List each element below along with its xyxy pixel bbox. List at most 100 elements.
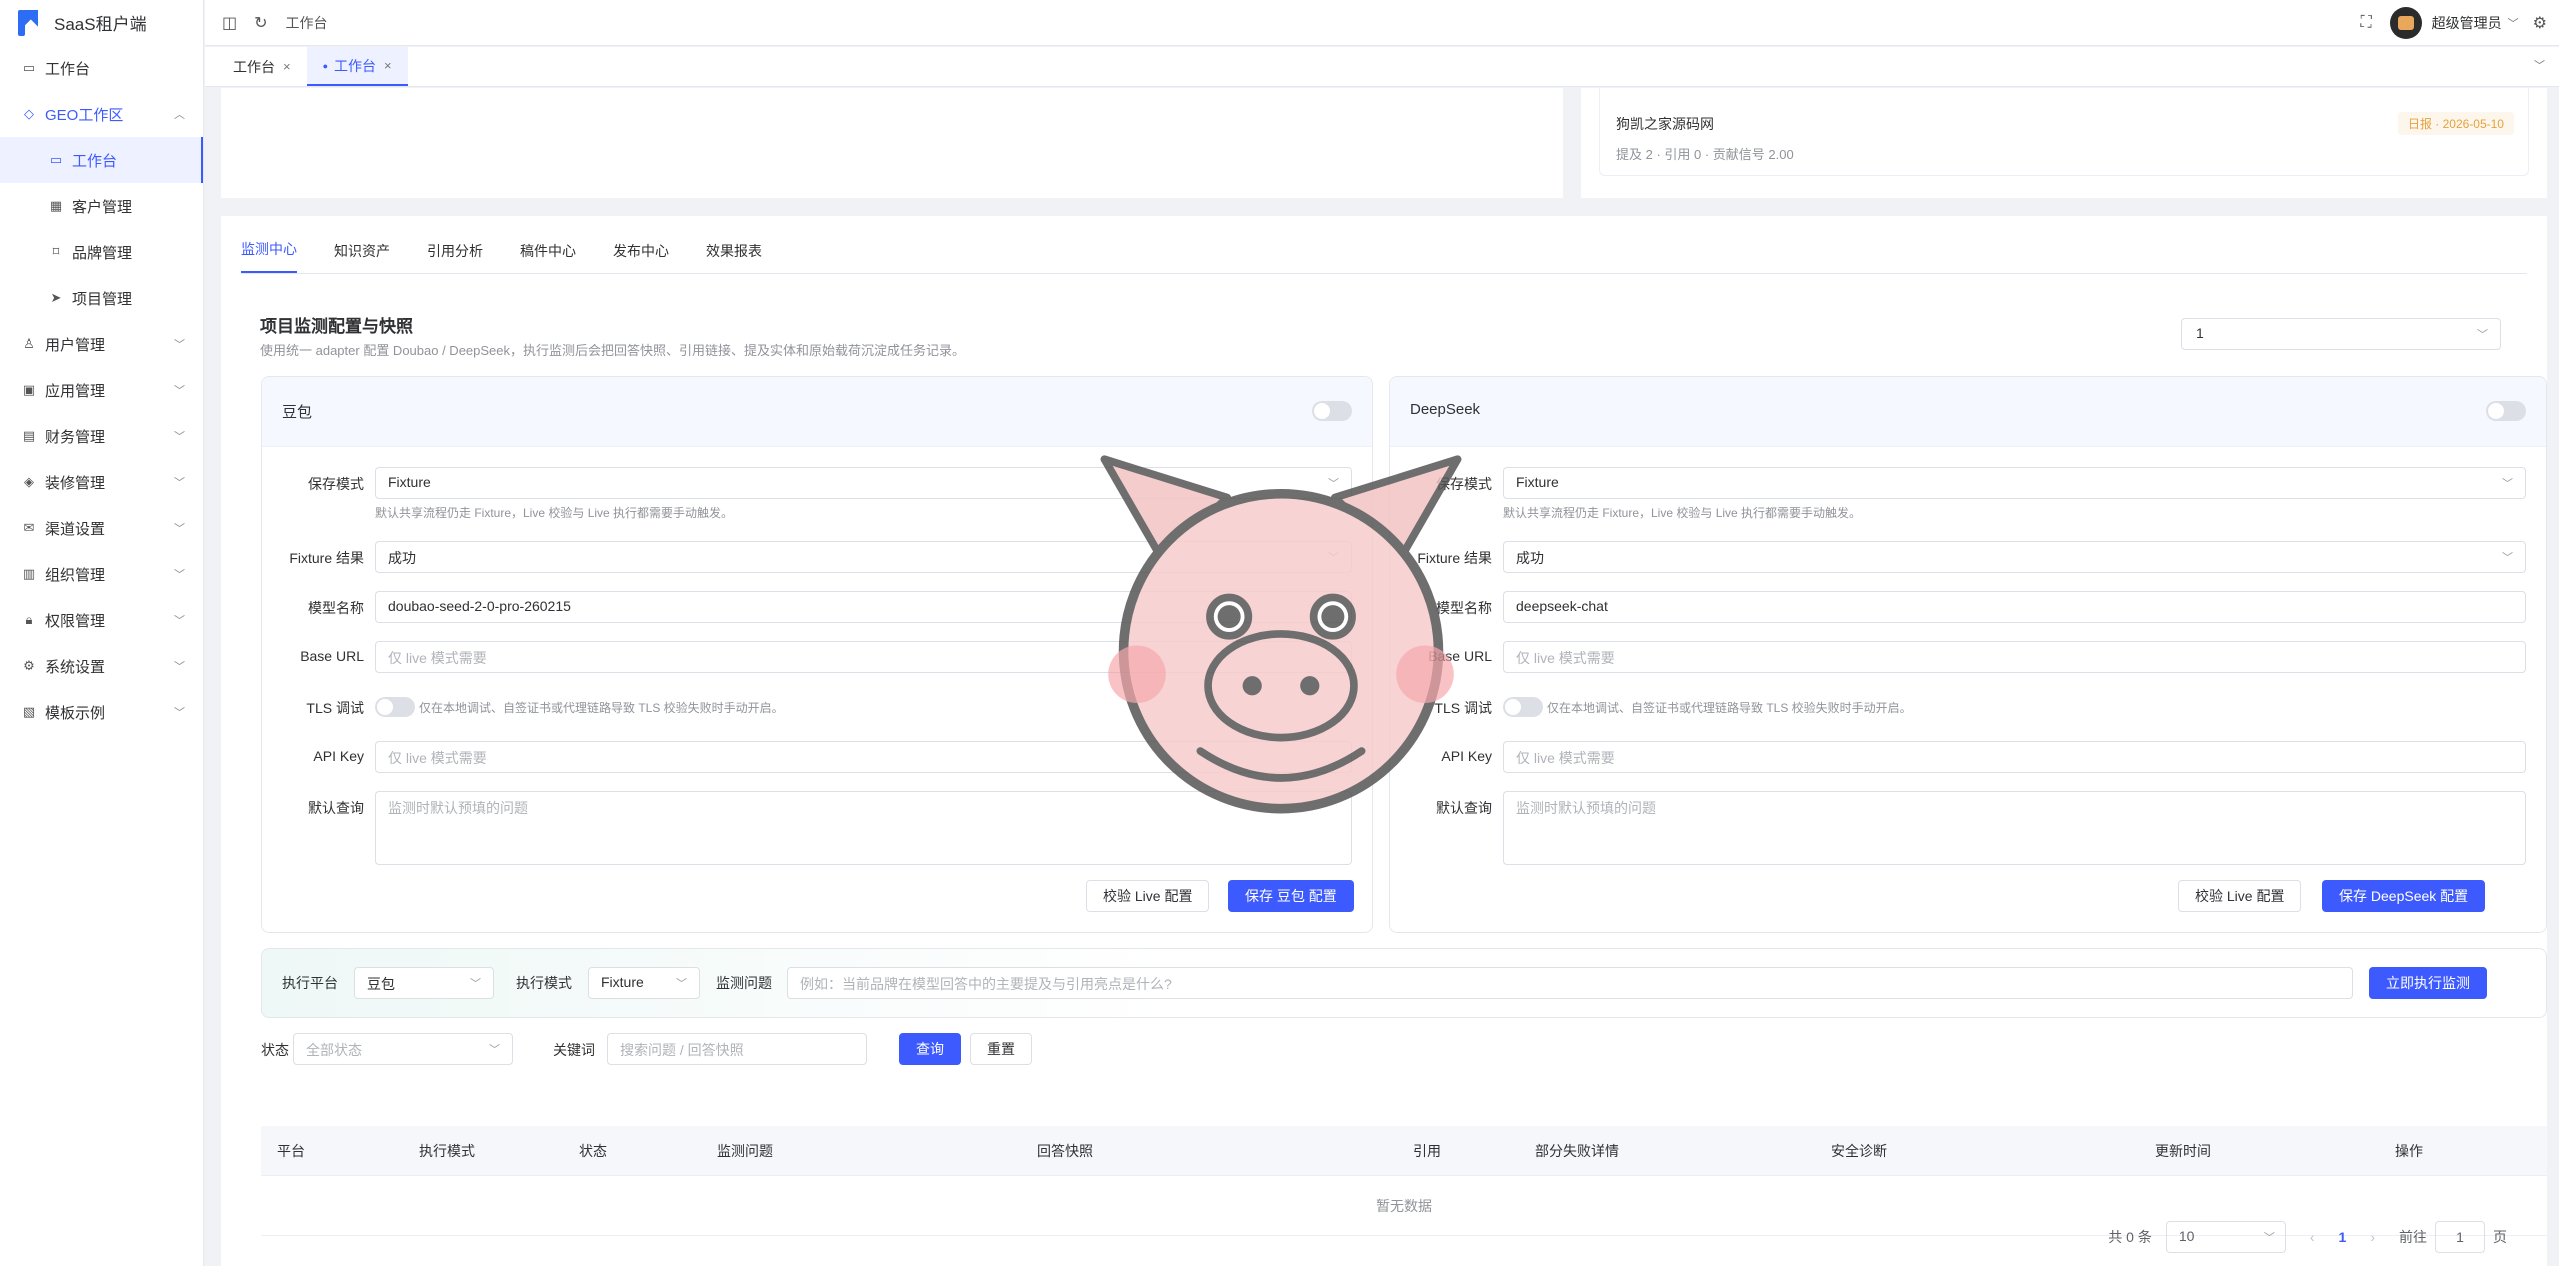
page-number[interactable]: 1 xyxy=(2339,1229,2347,1245)
chevron-down-icon: ﹀ xyxy=(174,523,185,535)
field-label: Base URL xyxy=(300,648,364,664)
tab-reports[interactable]: 效果报表 xyxy=(706,241,762,273)
fullscreen-icon[interactable]: ⛶ xyxy=(2360,14,2371,32)
project-select[interactable]: 1 ﹀ xyxy=(2181,318,2501,350)
record-name: 狗凯之家源码网 xyxy=(1616,116,1714,132)
mode-value: Fixture xyxy=(601,974,644,990)
default-query-textarea[interactable]: 监测时默认预填的问题 xyxy=(1503,791,2526,865)
tabs-more-icon[interactable]: ﹀ xyxy=(2534,57,2545,73)
sidebar-item-apps[interactable]: ▣ 应用管理 ﹀ xyxy=(0,367,203,413)
sidebar-item-projects[interactable]: ➤ 项目管理 xyxy=(0,275,203,321)
app-title: SaaS租户端 xyxy=(54,15,147,34)
chart-icon: ▤ xyxy=(22,428,36,443)
field-label: 模型名称 xyxy=(308,600,364,616)
settings-icon[interactable]: ⚙ xyxy=(2533,13,2547,33)
chevron-down-icon: ﹀ xyxy=(470,978,481,990)
sidebar-item-org[interactable]: ▥ 组织管理 ﹀ xyxy=(0,551,203,597)
verify-live-button[interactable]: 校验 Live 配置 xyxy=(1086,880,1210,912)
base-url-input[interactable]: 仅 live 模式需要 xyxy=(1503,641,2526,673)
page-tab-workbench-active[interactable]: ● 工作台 × xyxy=(306,47,408,86)
building-icon: ▦ xyxy=(49,198,63,213)
avatar[interactable] xyxy=(2389,7,2422,39)
chevron-up-icon: ︿ xyxy=(174,109,185,121)
tab-citation[interactable]: 引用分析 xyxy=(427,241,483,273)
sidebar-item-channels[interactable]: ✉ 渠道设置 ﹀ xyxy=(0,505,203,551)
tab-manuscripts[interactable]: 稿件中心 xyxy=(520,241,576,273)
page-size-select[interactable]: 10 ﹀ xyxy=(2165,1221,2286,1253)
query-button[interactable]: 查询 xyxy=(899,1033,961,1065)
report-record[interactable]: 狗凯之家源码网 提及 2 · 引用 0 · 贡献信号 2.00 日报 · 202… xyxy=(1599,88,2529,176)
panel-title: 豆包 xyxy=(282,404,313,421)
app-logo[interactable]: SaaS租户端 xyxy=(0,0,203,45)
close-icon[interactable]: × xyxy=(283,59,291,74)
tab-publish[interactable]: 发布中心 xyxy=(613,241,669,273)
run-monitor-button[interactable]: 立即执行监测 xyxy=(2369,967,2487,999)
sidebar-item-templates[interactable]: ▧ 模板示例 ﹀ xyxy=(0,689,203,735)
save-mode-value: Fixture xyxy=(1516,474,1559,490)
mode-select[interactable]: Fixture ﹀ xyxy=(588,967,700,999)
tls-toggle[interactable] xyxy=(375,697,415,717)
tab-knowledge[interactable]: 知识资产 xyxy=(334,241,390,273)
pagination: 共 0 条 10 ﹀ ‹ 1 › 前往 1 页 xyxy=(2108,1221,2507,1253)
collapse-sidebar-icon[interactable]: ◫ xyxy=(222,13,237,33)
bookmark-icon: ⌑ xyxy=(52,244,60,259)
sidebar-item-geo[interactable]: ◇ GEO工作区 ︿ xyxy=(0,91,203,137)
total-count: 共 0 条 xyxy=(2108,1229,2152,1245)
tab-monitor[interactable]: 监测中心 xyxy=(241,239,297,273)
sidebar-item-label: 权限管理 xyxy=(45,612,106,630)
sidebar-item-brands[interactable]: ⌑ 品牌管理 xyxy=(0,229,203,275)
sidebar-item-customers[interactable]: ▦ 客户管理 xyxy=(0,183,203,229)
breadcrumb[interactable]: 工作台 xyxy=(286,13,328,33)
user-icon: ♙ xyxy=(23,336,35,351)
tls-toggle[interactable] xyxy=(1503,697,1543,717)
chevron-down-icon: ﹀ xyxy=(2263,1232,2275,1244)
platform-select[interactable]: 豆包 ﹀ xyxy=(354,967,494,999)
chevron-down-icon: ﹀ xyxy=(174,615,185,627)
tls-row: TLS 调试 仅在本地调试、自签证书或代理链路导致 TLS 校验失败时手动开启。 xyxy=(1390,691,2526,723)
top-bar: ◫ ↻ 工作台 ⛶ 超级管理员 ﹀ ⚙ xyxy=(205,0,2559,46)
page-tab-workbench[interactable]: 工作台 × xyxy=(217,47,307,86)
chevron-down-icon[interactable]: ﹀ xyxy=(2508,15,2519,31)
close-icon[interactable]: × xyxy=(384,58,392,73)
save-mode-select[interactable]: Fixture ﹀ xyxy=(1503,467,2526,499)
chevron-down-icon: ﹀ xyxy=(174,569,185,581)
sidebar-item-label: 工作台 xyxy=(45,60,91,78)
status-select[interactable]: 全部状态 ﹀ xyxy=(293,1033,513,1065)
user-name[interactable]: 超级管理员 xyxy=(2432,13,2502,33)
sidebar-item-label: 模板示例 xyxy=(45,704,106,722)
goto-input[interactable]: 1 xyxy=(2435,1221,2485,1253)
keyword-input[interactable]: 搜索问题 / 回答快照 xyxy=(607,1033,867,1065)
verify-live-button[interactable]: 校验 Live 配置 xyxy=(2178,880,2302,912)
mode-label: 执行模式 xyxy=(516,975,572,991)
enable-toggle[interactable] xyxy=(1312,401,1352,421)
chevron-down-icon: ﹀ xyxy=(2502,478,2513,490)
next-page-icon[interactable]: › xyxy=(2370,1229,2375,1245)
enable-toggle[interactable] xyxy=(2486,401,2526,421)
template-icon: ▧ xyxy=(22,704,36,719)
prev-page-icon[interactable]: ‹ xyxy=(2310,1229,2315,1245)
model-name-input[interactable]: deepseek-chat xyxy=(1503,591,2526,623)
fixture-result-value: 成功 xyxy=(388,550,416,566)
results-table: 平台 执行模式 状态 监测问题 回答快照 引用 部分失败详情 安全诊断 更新时间… xyxy=(261,1126,2547,1236)
sidebar-item-label: 组织管理 xyxy=(45,566,106,584)
field-label: Fixture 结果 xyxy=(289,550,364,566)
column-header: 监测问题 xyxy=(717,1143,773,1159)
reset-button[interactable]: 重置 xyxy=(970,1033,1032,1065)
panel-title: DeepSeek xyxy=(1410,401,1481,418)
refresh-icon[interactable]: ↻ xyxy=(254,13,267,33)
status-label: 状态 xyxy=(261,1042,289,1058)
sidebar-item-permissions[interactable]: 🔒︎ 权限管理 ﹀ xyxy=(0,597,203,643)
save-deepseek-button[interactable]: 保存 DeepSeek 配置 xyxy=(2322,880,2486,912)
sidebar-item-finance[interactable]: ▤ 财务管理 ﹀ xyxy=(0,413,203,459)
save-doubao-button[interactable]: 保存 豆包 配置 xyxy=(1228,880,1354,912)
sidebar-item-geo-workbench[interactable]: ▭ 工作台 xyxy=(0,137,203,183)
sidebar-item-users[interactable]: ♙ 用户管理 ﹀ xyxy=(0,321,203,367)
mail-icon: ✉ xyxy=(23,520,35,535)
api-key-input[interactable]: 仅 live 模式需要 xyxy=(1503,741,2526,773)
sidebar-item-workbench[interactable]: ▭ 工作台 xyxy=(0,45,203,91)
fixture-result-select[interactable]: 成功 ﹀ xyxy=(1503,541,2526,573)
sidebar-item-decor[interactable]: ◈ 装修管理 ﹀ xyxy=(0,459,203,505)
sidebar-item-label: GEO工作区 xyxy=(45,106,124,124)
question-input[interactable]: 例如：当前品牌在模型回答中的主要提及与引用亮点是什么? xyxy=(787,967,2353,999)
sidebar-item-system[interactable]: ⚙ 系统设置 ﹀ xyxy=(0,643,203,689)
